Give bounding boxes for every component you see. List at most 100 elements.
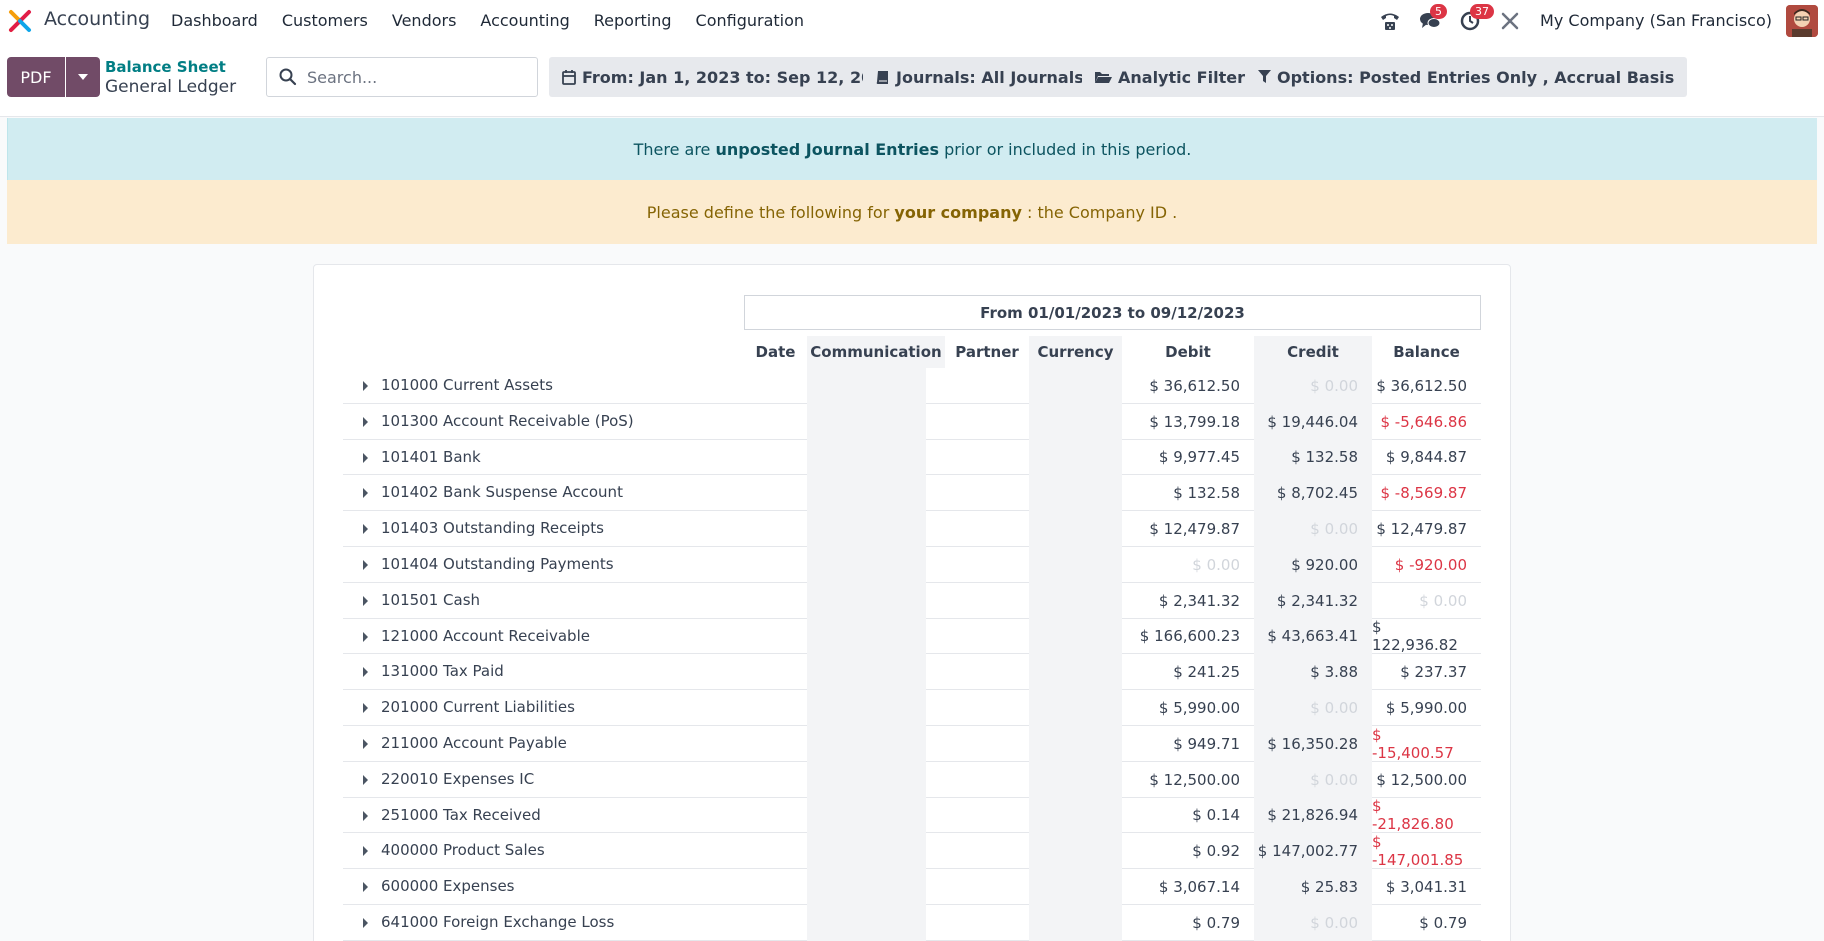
ledger-account-row[interactable]: 101501 Cash $ 2,341.32 $ 2,341.32 $ 0.00 — [343, 582, 1481, 619]
balance-cell: $ 3,041.31 — [1385, 878, 1467, 897]
menu-vendors[interactable]: Vendors — [392, 11, 457, 30]
column-stripe — [1029, 582, 1122, 619]
balance-cell: $ 122,936.82 — [1372, 618, 1458, 655]
account-name[interactable]: 121000 Account Receivable — [381, 627, 590, 645]
credit-cell: $ 132.58 — [1291, 448, 1358, 467]
ledger-account-row[interactable]: 131000 Tax Paid $ 241.25 $ 3.88 $ 237.37 — [343, 654, 1481, 691]
pdf-dropdown-toggle[interactable] — [66, 57, 100, 97]
caret-right-icon[interactable] — [363, 774, 368, 785]
options-filter-button[interactable]: Options: Posted Entries Only , Accrual B… — [1245, 57, 1688, 97]
account-name[interactable]: 251000 Tax Received — [381, 806, 541, 824]
caret-right-icon[interactable] — [363, 559, 368, 570]
account-name[interactable]: 400000 Product Sales — [381, 841, 545, 859]
account-name[interactable]: 101300 Account Receivable (PoS) — [381, 412, 634, 430]
menu-dashboard[interactable]: Dashboard — [171, 11, 258, 30]
caret-right-icon[interactable] — [363, 810, 368, 821]
ledger-account-row[interactable]: 121000 Account Receivable $ 166,600.23 $ 4… — [343, 618, 1481, 655]
caret-right-icon[interactable] — [363, 488, 368, 499]
account-name[interactable]: 600000 Expenses — [381, 877, 515, 895]
credit-cell: $ 147,002.77 — [1257, 842, 1358, 861]
caret-right-icon[interactable] — [363, 631, 368, 642]
debit-cell: $ 36,612.50 — [1149, 376, 1240, 395]
phone-icon[interactable] — [1377, 8, 1403, 34]
column-stripe — [807, 725, 926, 762]
search-input[interactable] — [307, 66, 527, 88]
top-navbar: Accounting Dashboard Customers Vendors A… — [0, 0, 1824, 41]
account-name[interactable]: 641000 Foreign Exchange Loss — [381, 913, 614, 931]
app-name[interactable]: Accounting — [44, 8, 150, 30]
company-switcher[interactable]: My Company (San Francisco) — [1540, 11, 1772, 30]
account-name[interactable]: 220010 Expenses IC — [381, 770, 534, 788]
account-name[interactable]: 101401 Bank — [381, 448, 481, 466]
messages-badge: 5 — [1430, 3, 1448, 19]
account-name[interactable]: 101403 Outstanding Receipts — [381, 519, 604, 537]
caret-right-icon[interactable] — [363, 416, 368, 427]
caret-right-icon[interactable] — [363, 452, 368, 463]
ledger-account-row[interactable]: 101401 Bank $ 9,977.45 $ 132.58 $ 9,844.87 — [343, 439, 1481, 476]
credit-cell: $ 8,702.45 — [1276, 484, 1358, 503]
caret-right-icon[interactable] — [363, 595, 368, 606]
caret-right-icon[interactable] — [363, 667, 368, 678]
date-filter-button[interactable]: From: Jan 1, 2023 to: Sep 12, 2023 — [549, 57, 908, 97]
balance-cell: $ -5,646.86 — [1380, 412, 1467, 431]
ledger-account-row[interactable]: 101300 Account Receivable (PoS) $ 13,799.… — [343, 403, 1481, 440]
column-stripe — [1029, 618, 1122, 655]
your-company-link[interactable]: your company — [894, 203, 1022, 222]
balance-cell: $ 12,479.87 — [1376, 520, 1467, 539]
pdf-button[interactable]: PDF — [7, 57, 65, 97]
menu-customers[interactable]: Customers — [282, 11, 368, 30]
analytic-filter-button[interactable]: Analytic Filter — [1082, 57, 1258, 97]
breadcrumb-balance-sheet[interactable]: Balance Sheet — [105, 58, 226, 76]
ledger-account-row[interactable]: 101402 Bank Suspense Account $ 132.58 $ 8,… — [343, 475, 1481, 512]
messages-icon[interactable]: 5 — [1417, 3, 1448, 34]
account-name[interactable]: 101402 Bank Suspense Account — [381, 483, 623, 501]
account-name[interactable]: 211000 Account Payable — [381, 734, 567, 752]
column-stripe — [807, 654, 926, 691]
account-name[interactable]: 131000 Tax Paid — [381, 662, 504, 680]
column-stripe — [807, 511, 926, 547]
activities-icon[interactable]: 37 — [1457, 3, 1495, 34]
ledger-account-row[interactable]: 600000 Expenses $ 3,067.14 $ 25.83 $ 3,041.… — [343, 869, 1481, 905]
journals-filter-button[interactable]: Journals: All Journals — [863, 57, 1097, 97]
user-avatar[interactable] — [1786, 4, 1818, 37]
account-name[interactable]: 101404 Outstanding Payments — [381, 555, 614, 573]
debit-cell: $ 2,341.32 — [1158, 591, 1240, 610]
caret-right-icon[interactable] — [363, 917, 368, 928]
menu-reporting[interactable]: Reporting — [594, 11, 672, 30]
caret-right-icon[interactable] — [363, 882, 368, 893]
credit-cell: $ 19,446.04 — [1267, 412, 1358, 431]
menu-configuration[interactable]: Configuration — [696, 11, 805, 30]
report-card: From 01/01/2023 to 09/12/2023 Date Commu… — [313, 264, 1511, 941]
tools-icon[interactable] — [1497, 8, 1523, 34]
column-partner: Partner — [955, 343, 1019, 361]
credit-cell: $ 0.00 — [1310, 520, 1358, 539]
account-name[interactable]: 101501 Cash — [381, 591, 480, 609]
debit-cell: $ 166,600.23 — [1139, 627, 1240, 646]
unposted-entries-link[interactable]: unposted Journal Entries — [716, 140, 939, 159]
debit-cell: $ 0.14 — [1192, 806, 1240, 825]
period-header: From 01/01/2023 to 09/12/2023 — [744, 295, 1481, 330]
caret-right-icon[interactable] — [363, 381, 368, 391]
caret-right-icon[interactable] — [363, 524, 368, 535]
caret-right-icon[interactable] — [363, 738, 368, 749]
ledger-account-row[interactable]: 201000 Current Liabilities $ 5,990.00 $ 0.… — [343, 690, 1481, 726]
ledger-account-row[interactable]: 641000 Foreign Exchange Loss $ 0.79 $ 0.00… — [343, 904, 1481, 941]
balance-cell: $ -15,400.57 — [1372, 725, 1454, 762]
ledger-account-row[interactable]: 220010 Expenses IC $ 12,500.00 $ 0.00 $ 12,… — [343, 761, 1481, 798]
menu-accounting[interactable]: Accounting — [480, 11, 569, 30]
account-name[interactable]: 201000 Current Liabilities — [381, 698, 575, 716]
unposted-entries-alert: There are unposted Journal Entries prior… — [7, 118, 1817, 180]
account-name[interactable]: 101000 Current Assets — [381, 376, 553, 394]
caret-right-icon[interactable] — [363, 703, 368, 714]
ledger-account-row[interactable]: 251000 Tax Received $ 0.14 $ 21,826.94 $ -2… — [343, 797, 1481, 833]
ledger-account-row[interactable]: 101000 Current Assets $ 36,612.50 $ 0.00 $ … — [343, 368, 1481, 404]
ledger-account-row[interactable]: 400000 Product Sales $ 0.92 $ 147,002.77 $ … — [343, 833, 1481, 869]
accounting-app-icon[interactable] — [8, 9, 32, 33]
ledger-account-row[interactable]: 211000 Account Payable $ 949.71 $ 16,350.2… — [343, 726, 1481, 762]
alert-text: prior or included in this period. — [944, 139, 1192, 159]
balance-cell: $ -8,569.87 — [1380, 484, 1467, 503]
ledger-account-row[interactable]: 101404 Outstanding Payments $ 0.00 $ 920.0… — [343, 546, 1481, 583]
ledger-account-row[interactable]: 101403 Outstanding Receipts $ 12,479.87 $ … — [343, 511, 1481, 547]
activities-badge: 37 — [1470, 3, 1495, 19]
caret-right-icon[interactable] — [363, 846, 368, 857]
